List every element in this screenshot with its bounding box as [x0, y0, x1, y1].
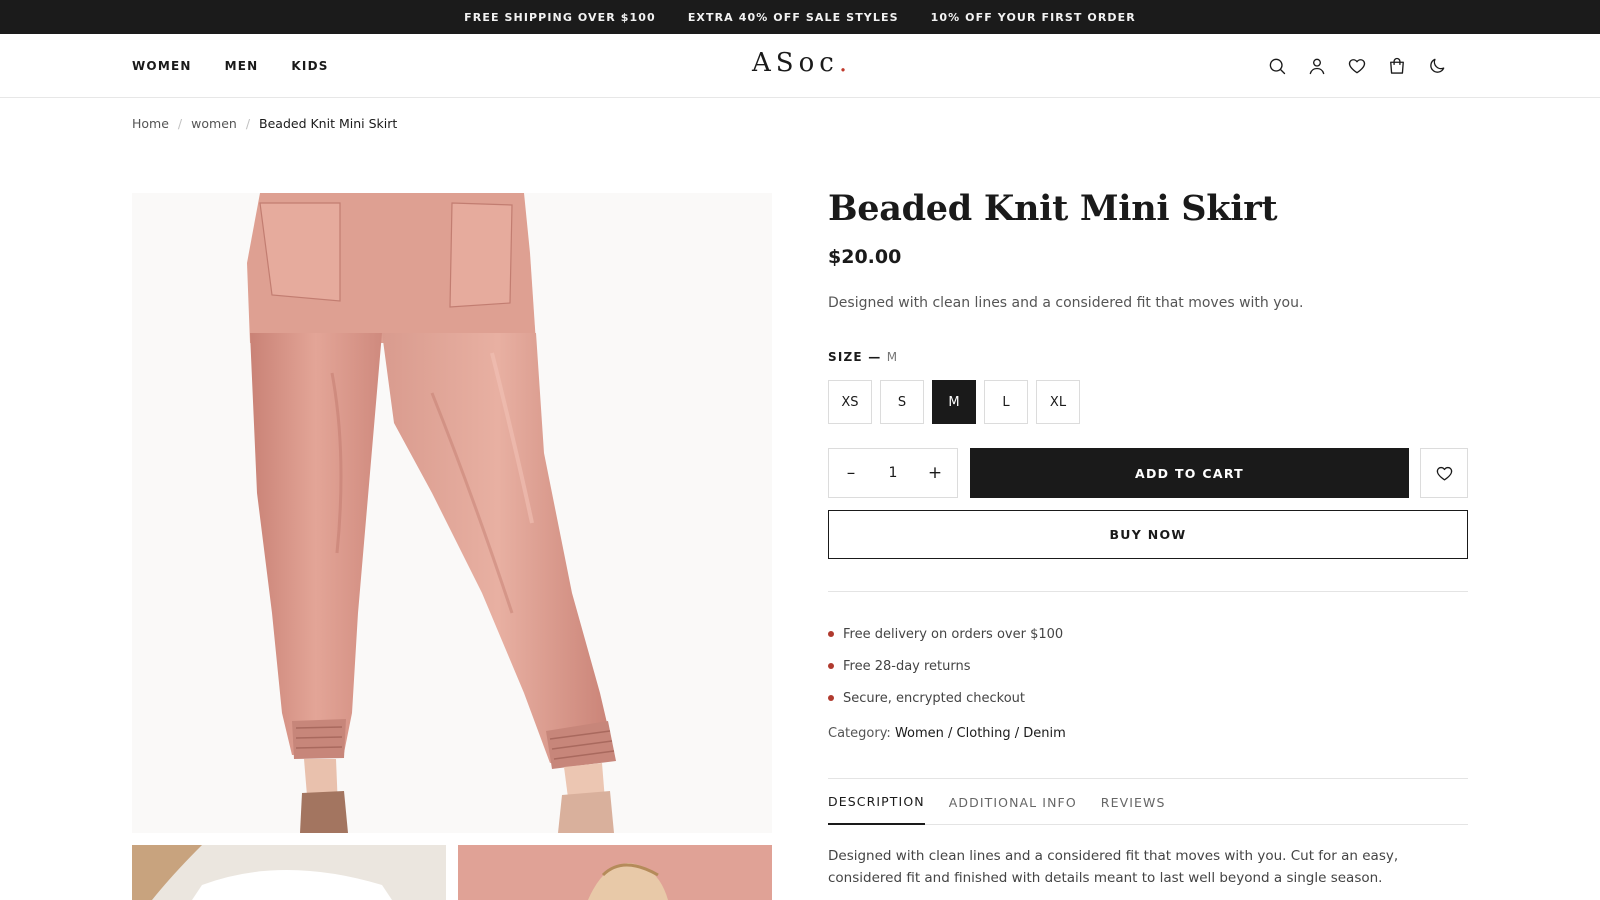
- breadcrumb-separator: /: [177, 116, 183, 131]
- quantity-decrease-button[interactable]: –: [841, 463, 861, 483]
- thumbnail-photo: [132, 845, 446, 900]
- product-thumbnail[interactable]: [132, 845, 446, 900]
- size-dash: —: [868, 350, 882, 364]
- size-option-m[interactable]: M: [932, 380, 976, 424]
- announcement-item: FREE SHIPPING OVER $100: [464, 10, 656, 24]
- product-category: Category: Women / Clothing / Denim: [828, 726, 1066, 741]
- nav-men[interactable]: MEN: [225, 59, 259, 73]
- announcement-item: EXTRA 40% OFF SALE STYLES: [687, 10, 899, 24]
- nav-women[interactable]: WOMEN: [132, 59, 192, 73]
- tab-additional-info[interactable]: ADDITIONAL INFO: [949, 779, 1077, 825]
- size-option-xl[interactable]: XL: [1036, 380, 1080, 424]
- cart-icon[interactable]: [1386, 55, 1408, 77]
- announcement-bar: FREE SHIPPING OVER $100 EXTRA 40% OFF SA…: [0, 0, 1600, 34]
- product-photo: [247, 193, 616, 833]
- header-icons: [1266, 34, 1448, 98]
- perk-item: Free delivery on orders over $100: [828, 618, 1063, 650]
- dark-mode-icon[interactable]: [1426, 55, 1448, 77]
- breadcrumb-women[interactable]: women: [191, 116, 237, 131]
- perk-item: Free 28-day returns: [828, 650, 1063, 682]
- size-option-xs[interactable]: XS: [828, 380, 872, 424]
- tab-description[interactable]: DESCRIPTION: [828, 779, 925, 825]
- announcement-item: 10% OFF YOUR FIRST ORDER: [930, 10, 1136, 24]
- size-option-l[interactable]: L: [984, 380, 1028, 424]
- thumbnail-photo: [458, 845, 772, 900]
- logo-dot: .: [838, 48, 853, 78]
- perk-text: Secure, encrypted checkout: [843, 690, 1025, 706]
- category-label: Category:: [828, 726, 891, 741]
- perk-text: Free 28-day returns: [843, 658, 971, 674]
- size-selected-value: M: [886, 350, 899, 364]
- size-label: SIZE — M: [828, 350, 898, 364]
- logo-text: ASoc: [752, 48, 839, 78]
- breadcrumb-current: Beaded Knit Mini Skirt: [259, 116, 398, 131]
- tab-reviews[interactable]: REVIEWS: [1101, 779, 1166, 825]
- product-description: Designed with clean lines and a consider…: [828, 848, 1399, 886]
- bullet-icon: [828, 631, 834, 637]
- perks-list: Free delivery on orders over $100 Free 2…: [828, 618, 1063, 714]
- bullet-icon: [828, 695, 834, 701]
- breadcrumb-home[interactable]: Home: [132, 116, 169, 131]
- search-icon[interactable]: [1266, 55, 1288, 77]
- perk-item: Secure, encrypted checkout: [828, 682, 1063, 714]
- product-price: $20.00: [828, 246, 902, 268]
- quantity-value[interactable]: 1: [889, 465, 898, 481]
- site-header: WOMEN MEN KIDS ASoc.: [0, 34, 1600, 98]
- product-lead: Designed with clean lines and a consider…: [828, 295, 1304, 311]
- quantity-increase-button[interactable]: +: [925, 463, 945, 483]
- main-nav: WOMEN MEN KIDS: [132, 34, 329, 98]
- product-thumbnail[interactable]: [458, 845, 772, 900]
- divider: [828, 591, 1468, 592]
- bullet-icon: [828, 663, 834, 669]
- perk-text: Free delivery on orders over $100: [843, 626, 1064, 642]
- add-to-wishlist-button[interactable]: [1420, 448, 1468, 498]
- product-title: Beaded Knit Mini Skirt: [828, 188, 1278, 229]
- add-to-cart-button[interactable]: ADD TO CART: [970, 448, 1409, 498]
- category-link[interactable]: Women / Clothing / Denim: [895, 726, 1066, 741]
- buy-now-button[interactable]: BUY NOW: [828, 510, 1468, 559]
- account-icon[interactable]: [1306, 55, 1328, 77]
- quantity-stepper: – 1 +: [828, 448, 958, 498]
- breadcrumb: Home / women / Beaded Knit Mini Skirt: [132, 116, 397, 131]
- nav-kids[interactable]: KIDS: [291, 59, 328, 73]
- size-selector: XS S M L XL: [828, 380, 1080, 424]
- breadcrumb-separator: /: [245, 116, 251, 131]
- product-main-image[interactable]: [132, 193, 772, 833]
- product-tabs: DESCRIPTION ADDITIONAL INFO REVIEWS: [828, 779, 1468, 825]
- site-logo[interactable]: ASoc.: [752, 48, 852, 78]
- size-option-s[interactable]: S: [880, 380, 924, 424]
- size-label-text: SIZE: [828, 350, 863, 364]
- wishlist-icon[interactable]: [1346, 55, 1368, 77]
- heart-icon: [1436, 466, 1452, 480]
